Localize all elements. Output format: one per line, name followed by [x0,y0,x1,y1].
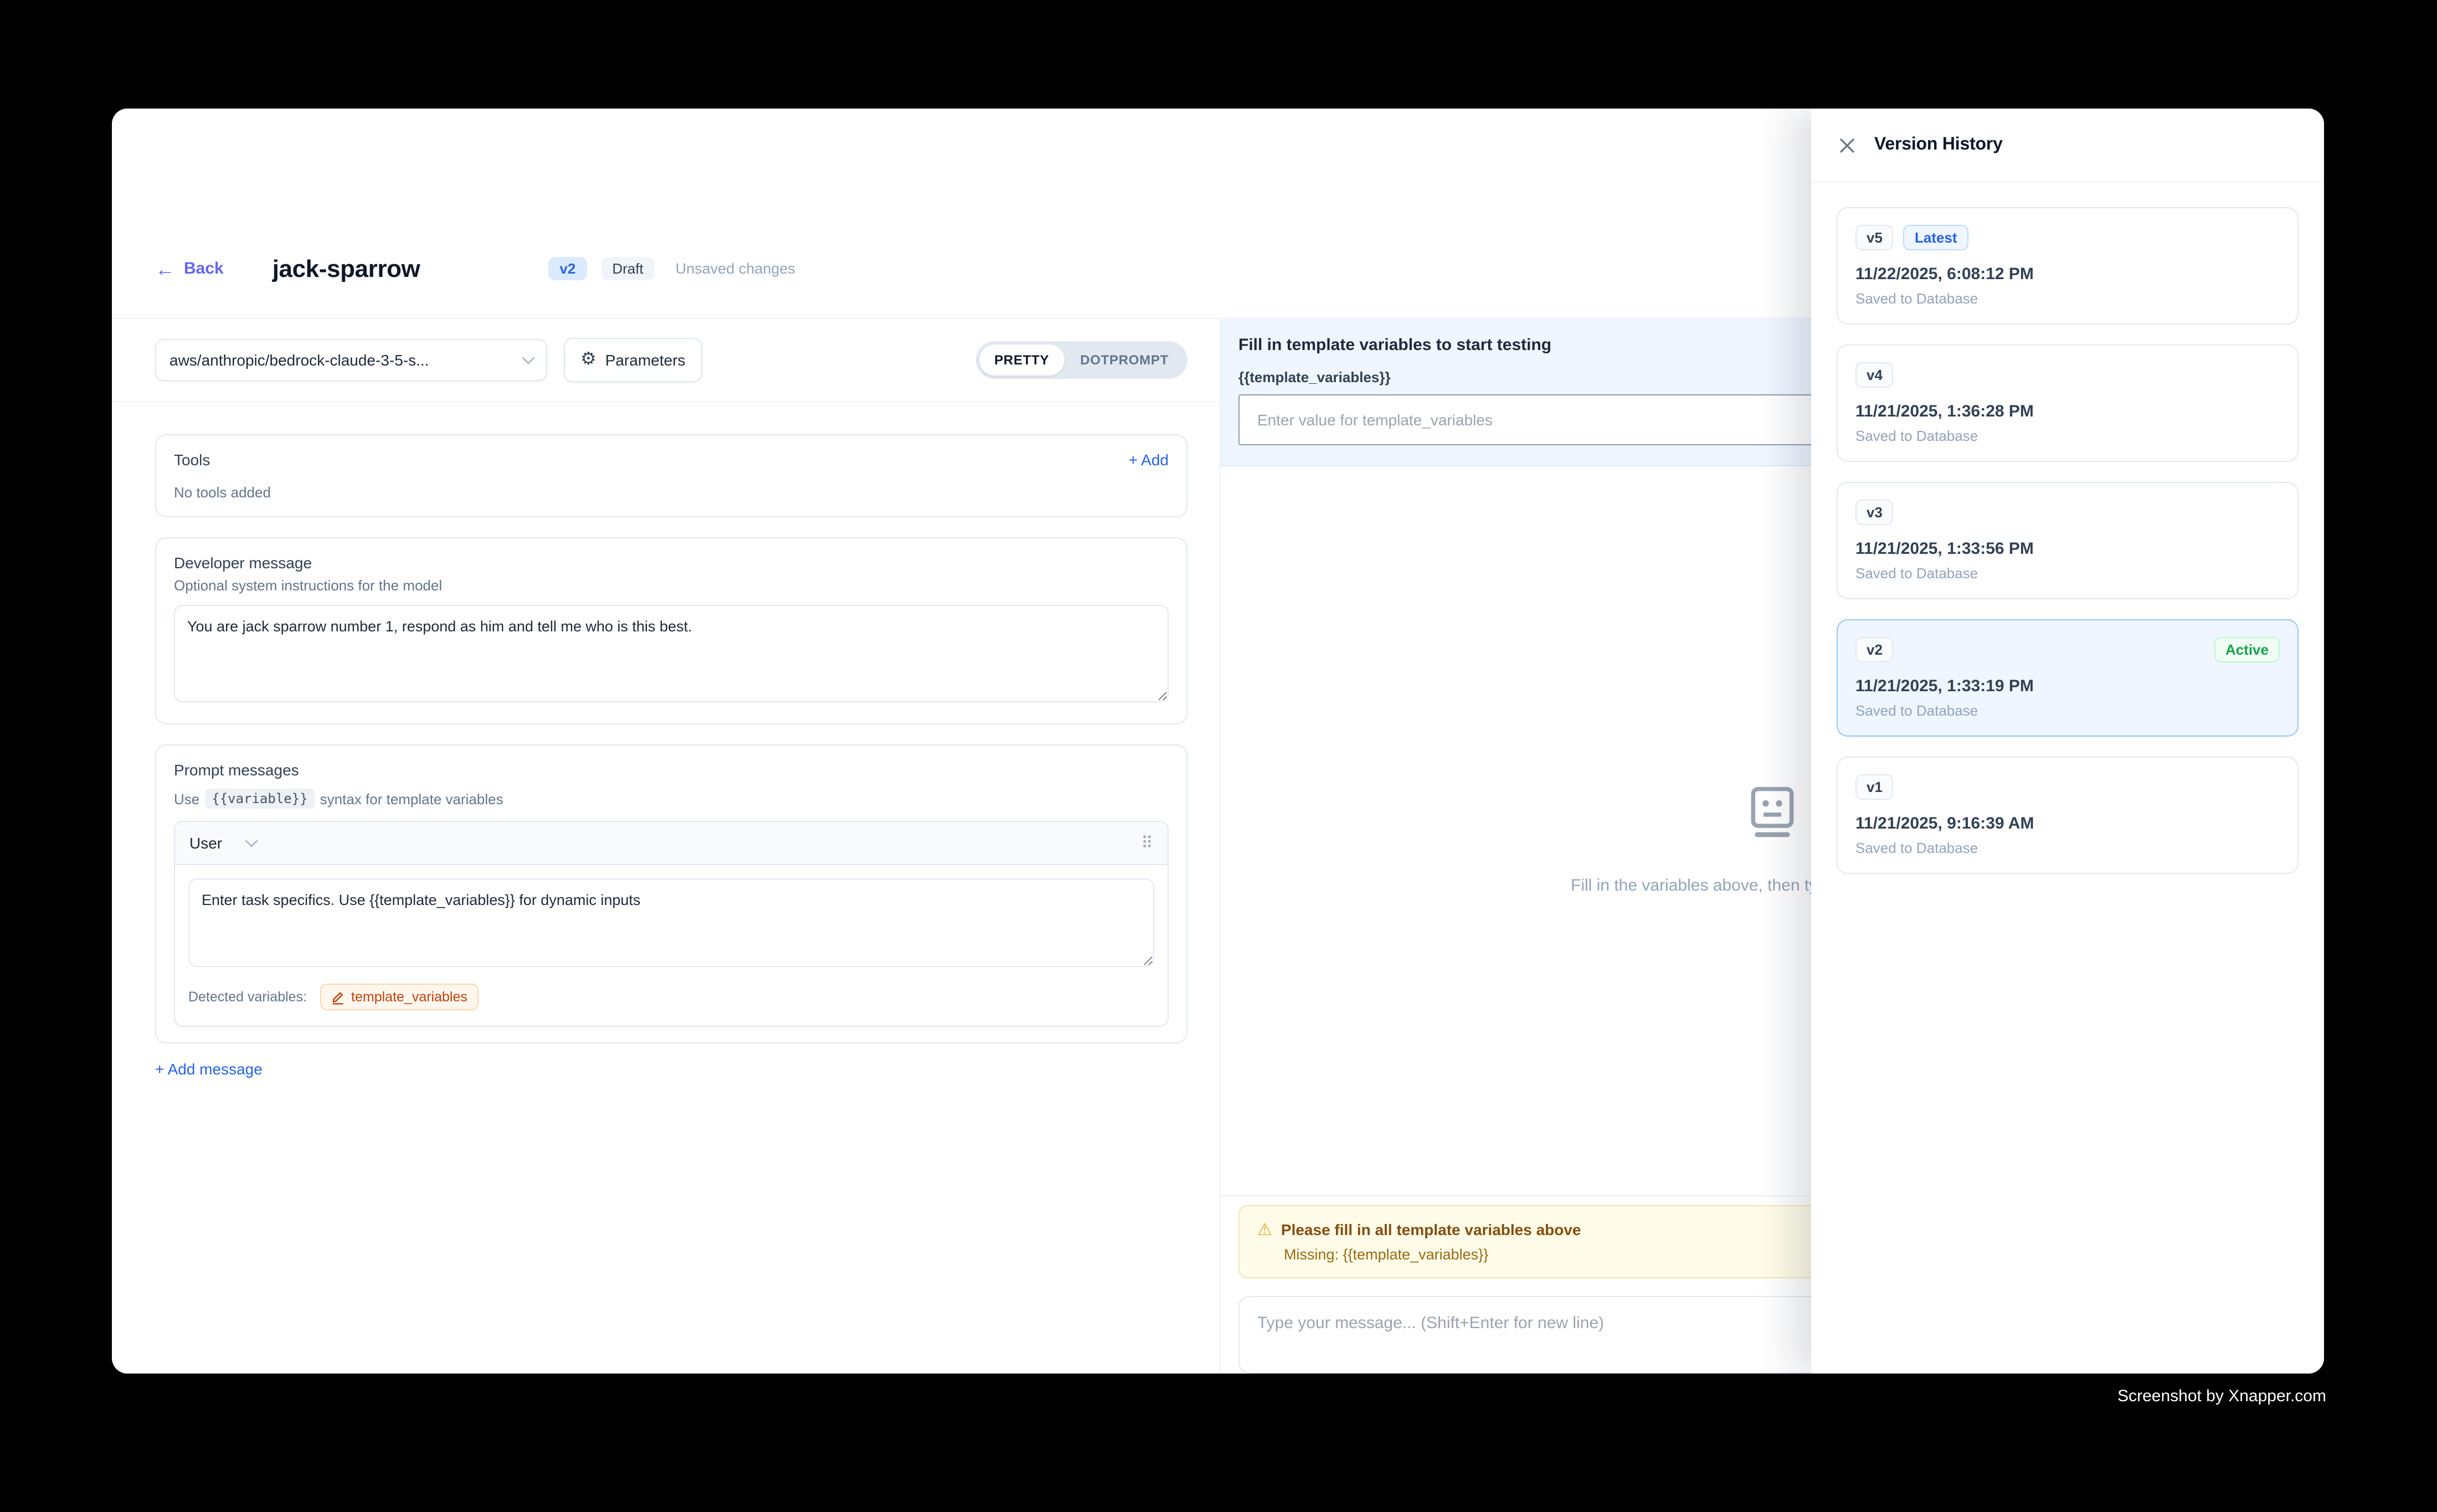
version-history-title: Version History [1874,135,2003,155]
message-block: User ⠿ Enter task specifics. Use {{templ… [174,821,1169,1027]
syntax-suffix: syntax for template variables [320,790,503,807]
variable-syntax-chip: {{variable}} [205,789,314,809]
version-status: Saved to Database [1855,702,2280,719]
parameters-button[interactable]: ⚙ Parameters [564,338,702,382]
parameters-label: Parameters [605,351,686,369]
version-card-v3[interactable]: v3 11/21/2025, 1:33:56 PM Saved to Datab… [1837,482,2299,599]
version-status: Saved to Database [1855,290,2280,307]
version-number-badge: v1 [1855,774,1894,800]
version-timestamp: 11/21/2025, 1:33:56 PM [1855,539,2280,558]
model-toolbar: aws/anthropic/bedrock-claude-3-5-s... ⚙ … [112,319,1220,402]
prompt-messages-label: Prompt messages [174,761,1169,779]
version-card-v1[interactable]: v1 11/21/2025, 9:16:39 AM Saved to Datab… [1837,757,2299,874]
watermark-text: Screenshot by Xnapper.com [2117,1387,2326,1406]
editor-scroll-area: Tools + Add No tools added Developer mes… [112,402,1220,1078]
version-list: v5 Latest 11/22/2025, 6:08:12 PM Saved t… [1811,183,2324,918]
syntax-hint: Use {{variable}} syntax for template var… [174,789,1169,809]
back-label: Back [184,259,224,278]
toggle-dotprompt[interactable]: DOTPROMPT [1065,344,1184,376]
developer-message-card: Developer message Optional system instru… [155,537,1187,724]
message-role-header: User ⠿ [175,822,1168,865]
version-number-badge: v4 [1855,362,1894,388]
warning-icon: ⚠ [1257,1221,1272,1238]
version-status: Saved to Database [1855,565,2280,582]
message-content-input[interactable]: Enter task specifics. Use {{template_var… [188,878,1154,967]
version-timestamp: 11/21/2025, 1:36:28 PM [1855,402,2280,421]
version-card-v2-active[interactable]: v2 Active 11/21/2025, 1:33:19 PM Saved t… [1837,619,2299,737]
role-select[interactable]: User [189,834,255,852]
app-window: ← Back jack-sparrow v2 Draft Unsaved cha… [112,109,2324,1374]
gear-icon: ⚙ [580,351,597,369]
screen: ← Back jack-sparrow v2 Draft Unsaved cha… [0,0,2437,1512]
version-number-badge: v2 [1855,637,1894,662]
version-timestamp: 11/21/2025, 9:16:39 AM [1855,814,2280,833]
model-select[interactable]: aws/anthropic/bedrock-claude-3-5-s... [155,339,547,381]
tools-card: Tools + Add No tools added [155,434,1187,517]
version-history-panel: Version History v5 Latest 11/22/2025, 6:… [1811,109,2324,1374]
version-number-badge: v5 [1855,225,1894,250]
version-status: Saved to Database [1855,428,2280,444]
version-number-badge: v3 [1855,500,1894,525]
view-mode-toggle: PRETTY DOTPROMPT [975,341,1187,379]
status-badge: Draft [601,257,654,280]
back-button[interactable]: ← Back [155,259,224,279]
drag-handle-icon[interactable]: ⠿ [1141,833,1153,853]
toggle-pretty[interactable]: PRETTY [979,344,1065,376]
role-value: User [189,834,222,852]
chevron-down-icon [522,352,535,364]
tools-empty-text: No tools added [174,484,1169,501]
developer-message-hint: Optional system instructions for the mod… [174,577,1169,594]
version-timestamp: 11/22/2025, 6:08:12 PM [1855,265,2280,284]
empty-state-text: Fill in the variables above, then typ [1571,876,1827,895]
version-history-header: Version History [1811,109,2324,183]
add-message-button[interactable]: + Add message [155,1060,1187,1078]
add-tool-button[interactable]: + Add [1129,451,1169,469]
version-card-v4[interactable]: v4 11/21/2025, 1:36:28 PM Saved to Datab… [1837,344,2299,462]
version-timestamp: 11/21/2025, 1:33:19 PM [1855,677,2280,696]
unsaved-changes-label: Unsaved changes [676,260,795,277]
detected-variables-label: Detected variables: [188,989,307,1005]
latest-badge: Latest [1904,225,1968,250]
close-icon[interactable] [1837,135,1857,155]
detected-variable-chip[interactable]: template_variables [320,984,479,1010]
active-badge: Active [2214,637,2280,662]
pencil-icon [331,990,345,1004]
developer-message-label: Developer message [174,554,1169,572]
version-status: Saved to Database [1855,840,2280,856]
version-badge: v2 [548,257,587,280]
bot-icon [1744,784,1801,847]
warning-title: Please fill in all template variables ab… [1281,1221,1581,1238]
model-select-value: aws/anthropic/bedrock-claude-3-5-s... [169,351,429,369]
prompt-editor-panel: aws/anthropic/bedrock-claude-3-5-s... ⚙ … [112,319,1221,1374]
back-arrow-icon: ← [155,259,175,279]
detected-variable-name: template_variables [351,989,467,1005]
detected-variables-row: Detected variables: template_variables [188,984,1154,1012]
developer-message-input[interactable]: You are jack sparrow number 1, respond a… [174,605,1169,702]
tools-label: Tools [174,451,210,469]
prompt-messages-card: Prompt messages Use {{variable}} syntax … [155,744,1187,1043]
version-card-v5[interactable]: v5 Latest 11/22/2025, 6:08:12 PM Saved t… [1837,207,2299,325]
chevron-down-icon [245,835,258,847]
page-title: jack-sparrow [273,254,420,283]
syntax-prefix: Use [174,790,199,807]
